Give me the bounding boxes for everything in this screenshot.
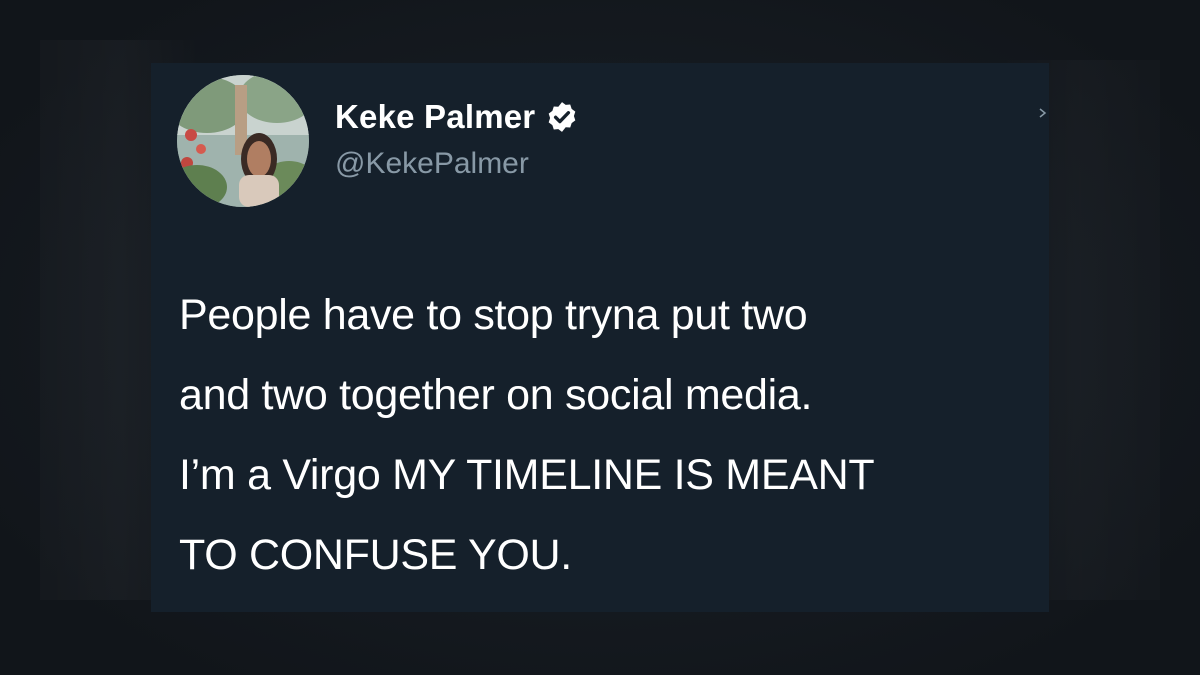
author-name[interactable]: Keke Palmer	[335, 98, 535, 136]
author-handle[interactable]: @KekePalmer	[335, 147, 529, 181]
tweet-text-line: and two together on social media.	[179, 371, 813, 419]
verified-badge-icon	[545, 100, 579, 134]
tweet-text-line: TO CONFUSE YOU.	[179, 531, 572, 579]
author-name-row[interactable]: Keke Palmer	[335, 97, 579, 137]
tweet-text-line: I’m a Virgo MY TIMELINE IS MEANT	[179, 451, 875, 499]
avatar-photo	[177, 75, 309, 207]
tweet-card: Keke Palmer @KekePalmer People have to s…	[151, 63, 1049, 612]
chevron-down-icon[interactable]	[1039, 107, 1047, 119]
avatar[interactable]	[177, 75, 309, 207]
tweet-text: People have to stop tryna put two and tw…	[179, 275, 1039, 595]
tweet-text-line: People have to stop tryna put two	[179, 291, 808, 339]
